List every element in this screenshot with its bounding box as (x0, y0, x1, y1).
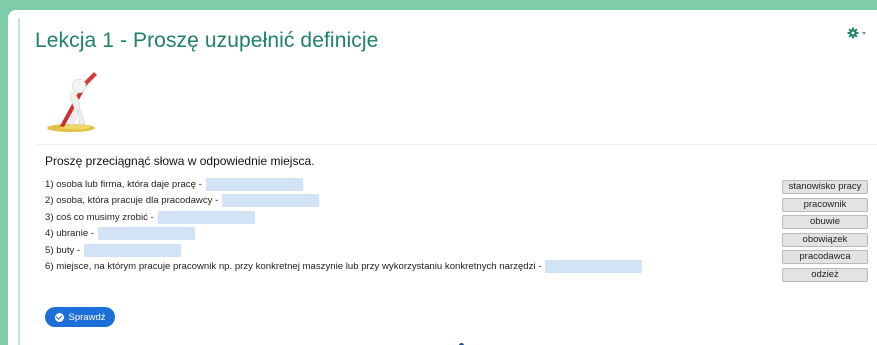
sentence-text: 3) coś co musimy zrobić - (45, 211, 154, 223)
sentence-row: 3) coś co musimy zrobić - (45, 209, 642, 226)
drop-zone[interactable] (545, 260, 643, 274)
exercise-panel: Proszę przeciągnąć słowa w odpowiednie m… (36, 144, 877, 345)
drop-zone[interactable] (157, 210, 255, 224)
instruction-text: Proszę przeciągnąć słowa w odpowiednie m… (45, 154, 315, 168)
word-tile[interactable]: odzież (782, 267, 868, 282)
drop-zone[interactable] (98, 227, 196, 241)
word-tile[interactable]: stanowisko pracy (782, 180, 868, 194)
word-tile[interactable]: pracodawca (782, 250, 868, 265)
settings-button[interactable] (847, 27, 869, 41)
lesson-frame: Lekcja 1 - Proszę uzupełnić definicje Pr… (8, 10, 877, 345)
sentence-text: 5) buty - (45, 244, 81, 256)
page-title: Lekcja 1 - Proszę uzupełnić definicje (35, 29, 379, 52)
sentence-row: 1) osoba lub firma, która daje pracę - (45, 176, 642, 193)
drop-zone[interactable] (222, 194, 320, 208)
check-button-label: Sprawdź (68, 311, 106, 323)
word-tile[interactable]: pracownik (782, 197, 868, 212)
sentence-text: 1) osoba lub firma, która daje pracę - (45, 178, 202, 190)
sentence-row: 6) miejsce, na którym pracuje pracownik … (45, 259, 643, 276)
drop-zone[interactable] (84, 243, 182, 257)
frame-divider (18, 18, 20, 345)
sentence-row: 5) buty - (45, 242, 642, 259)
sentence-row: 4) ubranie - (45, 226, 642, 243)
chevron-down-icon (862, 32, 866, 35)
word-tile[interactable]: obuwie (782, 215, 868, 230)
word-bank: stanowisko pracy pracownik obuwie obowią… (782, 180, 868, 286)
sentence-text: 6) miejsce, na którym pracuje pracownik … (45, 261, 542, 273)
check-circle-icon (54, 312, 64, 322)
word-tile[interactable]: obowiązek (782, 232, 868, 247)
lesson-illustration (44, 70, 104, 136)
sentence-list: 1) osoba lub firma, która daje pracę - 2… (45, 176, 643, 276)
gear-icon (847, 27, 866, 39)
sentence-row: 2) osoba, która pracuje dla pracodawcy - (45, 193, 642, 210)
sentence-text: 4) ubranie - (45, 228, 95, 240)
sentence-text: 2) osoba, która pracuje dla pracodawcy - (45, 195, 219, 207)
drop-zone[interactable] (205, 177, 303, 191)
check-button[interactable]: Sprawdź (45, 307, 115, 327)
